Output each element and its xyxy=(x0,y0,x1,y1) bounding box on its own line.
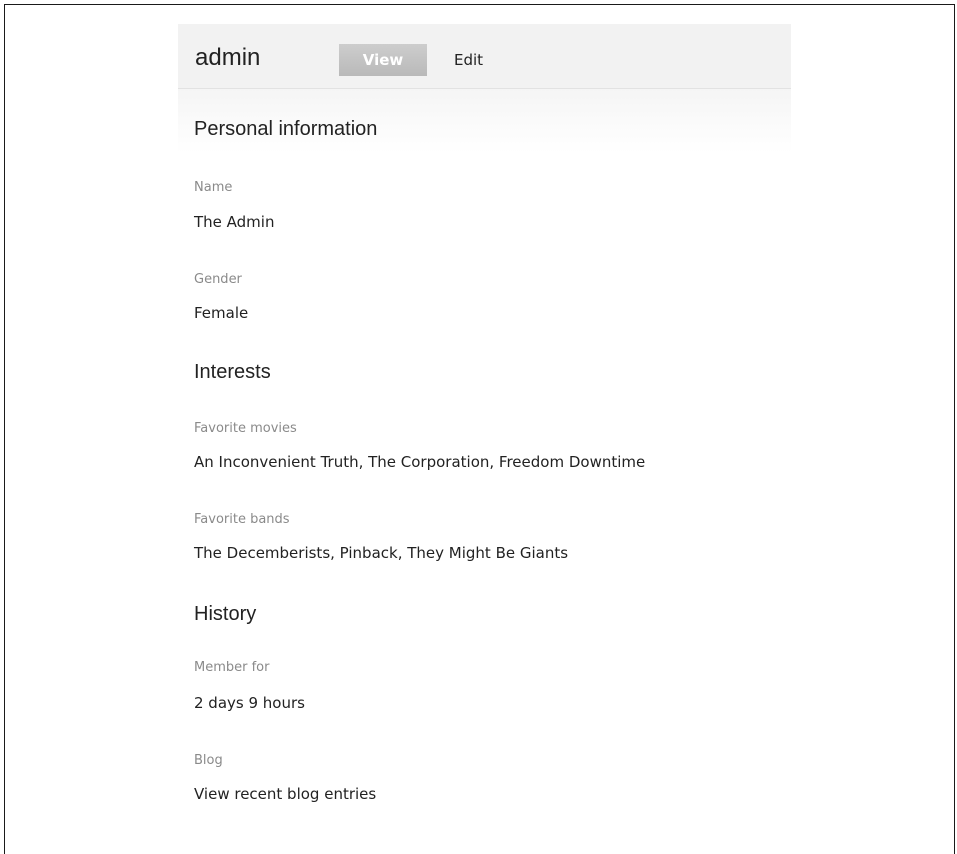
blog-link[interactable]: View recent blog entries xyxy=(194,785,376,803)
section-heading-history: History xyxy=(194,603,257,625)
field-label-name: Name xyxy=(194,180,233,195)
page-title: admin xyxy=(195,44,261,71)
field-value-member-for: 2 days 9 hours xyxy=(194,694,305,712)
field-value-favorite-movies: An Inconvenient Truth, The Corporation, … xyxy=(194,453,646,471)
field-value-gender: Female xyxy=(194,304,249,322)
profile-header: admin View Edit xyxy=(178,24,791,89)
section-heading-interests: Interests xyxy=(194,361,271,383)
field-label-member-for: Member for xyxy=(194,660,270,675)
field-label-blog: Blog xyxy=(194,753,223,768)
tab-edit[interactable]: Edit xyxy=(454,44,483,76)
section-heading-personal: Personal information xyxy=(194,118,378,140)
tab-view[interactable]: View xyxy=(339,44,427,76)
field-label-gender: Gender xyxy=(194,272,242,287)
field-value-favorite-bands: The Decemberists, Pinback, They Might Be… xyxy=(194,544,569,562)
field-label-favorite-bands: Favorite bands xyxy=(194,512,290,527)
field-label-favorite-movies: Favorite movies xyxy=(194,421,297,436)
field-value-name: The Admin xyxy=(194,213,275,231)
